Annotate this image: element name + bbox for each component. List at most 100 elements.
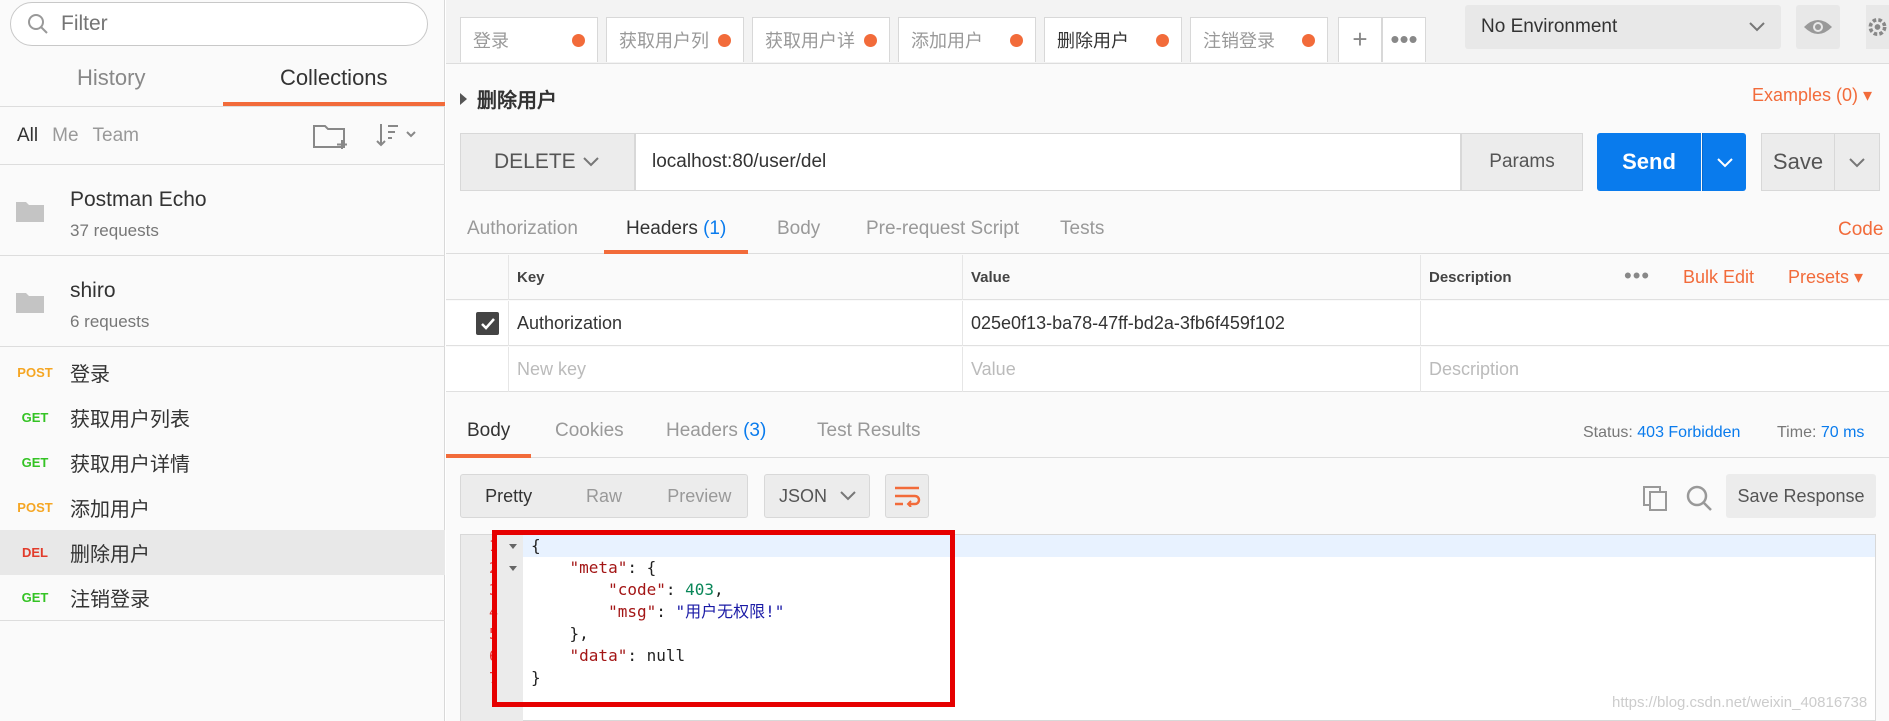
postman-app: History Collections All Me Team Postman … (0, 0, 1889, 721)
request-tab[interactable]: 添加用户 (898, 17, 1036, 62)
scope-filter: All Me Team (0, 107, 445, 165)
headers-count: (1) (703, 218, 727, 239)
response-tab-cookies[interactable]: Cookies (555, 420, 624, 458)
copy-icon[interactable] (1641, 484, 1669, 512)
request-item-add-user[interactable]: POST 添加用户 (0, 485, 445, 530)
request-sub-tabs: Authorization Headers (1) Body Pre-reque… (446, 210, 1889, 254)
collection-count: 37 requests (70, 221, 159, 240)
search-icon[interactable] (1685, 484, 1713, 512)
row-checkbox[interactable] (476, 312, 499, 335)
tab-label: 添加用户 (911, 31, 983, 51)
gear-icon (1868, 18, 1887, 36)
request-item-user-list[interactable]: GET 获取用户列表 (0, 395, 445, 440)
watermark: https://blog.csdn.net/weixin_40816738 (1612, 694, 1868, 711)
request-title[interactable]: 删除用户 (460, 84, 557, 113)
header-key[interactable]: Authorization (508, 301, 962, 346)
filter-input[interactable] (61, 12, 401, 36)
response-tab-headers[interactable]: Headers (3) (666, 420, 766, 458)
tab-prerequest-script[interactable]: Pre-request Script (866, 218, 1019, 254)
tab-collections[interactable]: Collections (222, 56, 445, 106)
chevron-down-icon (1749, 22, 1765, 32)
bulk-edit-link[interactable]: Bulk Edit (1683, 255, 1754, 300)
time-label: Time: (1777, 424, 1817, 441)
status-label: Status: (1583, 424, 1633, 441)
request-tab-active[interactable]: 删除用户 (1044, 17, 1182, 62)
request-name: 添加用户 (70, 499, 150, 521)
collection-count: 6 requests (70, 312, 150, 331)
request-name: 注销登录 (70, 589, 150, 611)
environment-select[interactable]: No Environment (1465, 5, 1781, 49)
collection-postman-echo[interactable]: Postman Echo 37 requests (0, 166, 445, 256)
more-options-icon[interactable]: ••• (1624, 255, 1650, 297)
tab-headers[interactable]: Headers (1) (604, 218, 749, 254)
tab-history[interactable]: History (0, 56, 223, 106)
col-value: Value (962, 255, 1420, 300)
request-tab[interactable]: 获取用户详 (752, 17, 890, 62)
tab-body[interactable]: Body (777, 218, 820, 254)
request-tab[interactable]: 注销登录 (1190, 17, 1328, 62)
url-input[interactable]: localhost:80/user/del (635, 133, 1461, 191)
save-response-button[interactable]: Save Response (1726, 474, 1876, 518)
new-value-input[interactable]: Value (962, 347, 1420, 392)
collection-shiro[interactable]: shiro 6 requests (0, 257, 445, 347)
method-badge: POST (17, 500, 53, 515)
status-readout: Status: 403 Forbidden (1583, 424, 1740, 442)
wrap-lines-icon (895, 486, 921, 507)
time-value[interactable]: 70 ms (1821, 424, 1865, 441)
send-dropdown-button[interactable] (1702, 133, 1746, 191)
view-pretty[interactable]: Pretty (461, 475, 556, 517)
chevron-down-icon (840, 491, 856, 501)
settings-button[interactable] (1866, 5, 1889, 49)
scope-me[interactable]: Me (52, 125, 78, 147)
filter-box[interactable] (10, 2, 428, 46)
new-key-input[interactable]: New key (508, 347, 962, 392)
format-select[interactable]: JSON (764, 474, 870, 518)
examples-dropdown[interactable]: Examples (0) ▾ (1752, 85, 1872, 106)
request-item-delete-user[interactable]: DEL 删除用户 (0, 530, 445, 575)
view-preview[interactable]: Preview (652, 475, 747, 517)
tab-label: 删除用户 (1057, 31, 1129, 51)
folder-icon (16, 293, 44, 313)
tab-authorization[interactable]: Authorization (467, 218, 578, 254)
new-description-input[interactable]: Description (1420, 347, 1889, 392)
code-link[interactable]: Code (1838, 219, 1883, 241)
save-button[interactable]: Save (1761, 133, 1835, 191)
request-item-logout[interactable]: GET 注销登录 (0, 575, 445, 620)
sort-icon[interactable] (375, 121, 419, 149)
scope-team[interactable]: Team (93, 125, 139, 147)
tab-label: 登录 (473, 31, 509, 51)
environment-quicklook-button[interactable] (1796, 5, 1840, 49)
header-value[interactable]: 025e0f13-ba78-47ff-bd2a-3fb6f459f102 (962, 301, 1420, 346)
presets-dropdown[interactable]: Presets ▾ (1788, 255, 1863, 300)
table-row-new: New key Value Description (446, 347, 1889, 392)
table-header-row: Key Value Description ••• Bulk Edit Pres… (446, 255, 1889, 300)
request-name: 获取用户列表 (70, 409, 190, 431)
save-dropdown-button[interactable] (1835, 133, 1880, 191)
method-select[interactable]: DELETE (460, 133, 635, 191)
tab-tests[interactable]: Tests (1060, 218, 1104, 254)
scope-all[interactable]: All (17, 125, 38, 147)
headers-count: (3) (743, 420, 767, 441)
view-raw[interactable]: Raw (556, 475, 651, 517)
request-tab[interactable]: 获取用户列 (606, 17, 744, 62)
new-tab-button[interactable]: + (1338, 17, 1382, 62)
request-tab[interactable]: 登录 (460, 17, 598, 62)
header-description[interactable] (1420, 301, 1889, 346)
tab-more-button[interactable]: ••• (1382, 17, 1426, 62)
send-button[interactable]: Send (1597, 133, 1701, 191)
col-description: Description (1420, 255, 1620, 300)
caret-right-icon (460, 92, 467, 105)
wrap-lines-button[interactable] (885, 474, 929, 518)
chevron-down-icon (1849, 158, 1865, 168)
presets-label: Presets (1788, 267, 1850, 287)
time-readout: Time: 70 ms (1777, 424, 1864, 442)
request-item-login[interactable]: POST 登录 (0, 350, 445, 395)
status-value[interactable]: 403 Forbidden (1637, 424, 1740, 441)
method-badge: GET (21, 410, 49, 425)
unsaved-dot (1010, 34, 1023, 47)
response-tab-body[interactable]: Body (446, 420, 532, 458)
request-item-user-detail[interactable]: GET 获取用户详情 (0, 440, 445, 485)
new-folder-icon[interactable] (312, 122, 350, 150)
response-tab-test-results[interactable]: Test Results (817, 420, 920, 458)
params-button[interactable]: Params (1461, 133, 1583, 191)
